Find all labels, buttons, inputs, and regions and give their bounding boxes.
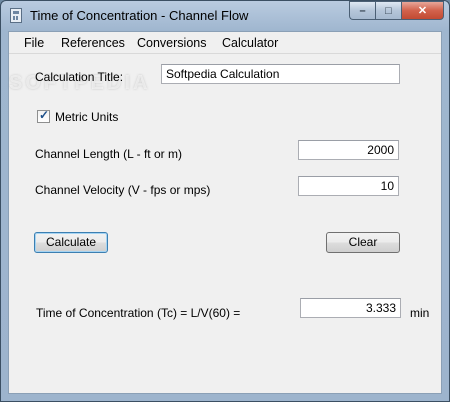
result-unit: min — [410, 306, 430, 320]
window-title: Time of Concentration - Channel Flow — [30, 8, 249, 23]
menu-bar: File References Conversions Calculator — [9, 32, 441, 54]
calc-title-label: Calculation Title: — [35, 70, 124, 84]
menu-references[interactable]: References — [61, 36, 125, 50]
metric-units-label: Metric Units — [55, 110, 119, 124]
app-window: Time of Concentration - Channel Flow – □… — [0, 0, 450, 402]
maximize-icon: □ — [385, 4, 392, 17]
menu-calculator[interactable]: Calculator — [222, 36, 278, 50]
calculate-button[interactable]: Calculate — [34, 232, 108, 253]
channel-length-input[interactable] — [298, 140, 399, 160]
title-bar[interactable]: Time of Concentration - Channel Flow – □… — [1, 1, 449, 31]
maximize-button[interactable]: □ — [375, 1, 401, 20]
minimize-icon: – — [359, 4, 366, 17]
close-button[interactable]: ✕ — [401, 1, 444, 20]
channel-velocity-label: Channel Velocity (V - fps or mps) — [35, 183, 211, 197]
metric-units-checkbox[interactable]: ✓ — [37, 108, 50, 123]
app-calculator-icon — [10, 8, 22, 23]
clear-button[interactable]: Clear — [326, 232, 400, 253]
minimize-button[interactable]: – — [349, 1, 375, 20]
form-client-area: File References Conversions Calculator S… — [8, 31, 442, 394]
channel-length-label: Channel Length (L - ft or m) — [35, 147, 182, 161]
channel-velocity-input[interactable] — [298, 176, 399, 196]
menu-conversions[interactable]: Conversions — [137, 36, 206, 50]
result-label: Time of Concentration (Tc) = L/V(60) = — [36, 306, 241, 320]
result-output[interactable] — [300, 298, 401, 318]
caption-buttons: – □ ✕ — [349, 1, 444, 20]
close-icon: ✕ — [417, 5, 428, 17]
check-icon: ✓ — [39, 108, 50, 122]
calc-title-input[interactable] — [161, 64, 400, 84]
menu-file[interactable]: File — [24, 36, 44, 50]
